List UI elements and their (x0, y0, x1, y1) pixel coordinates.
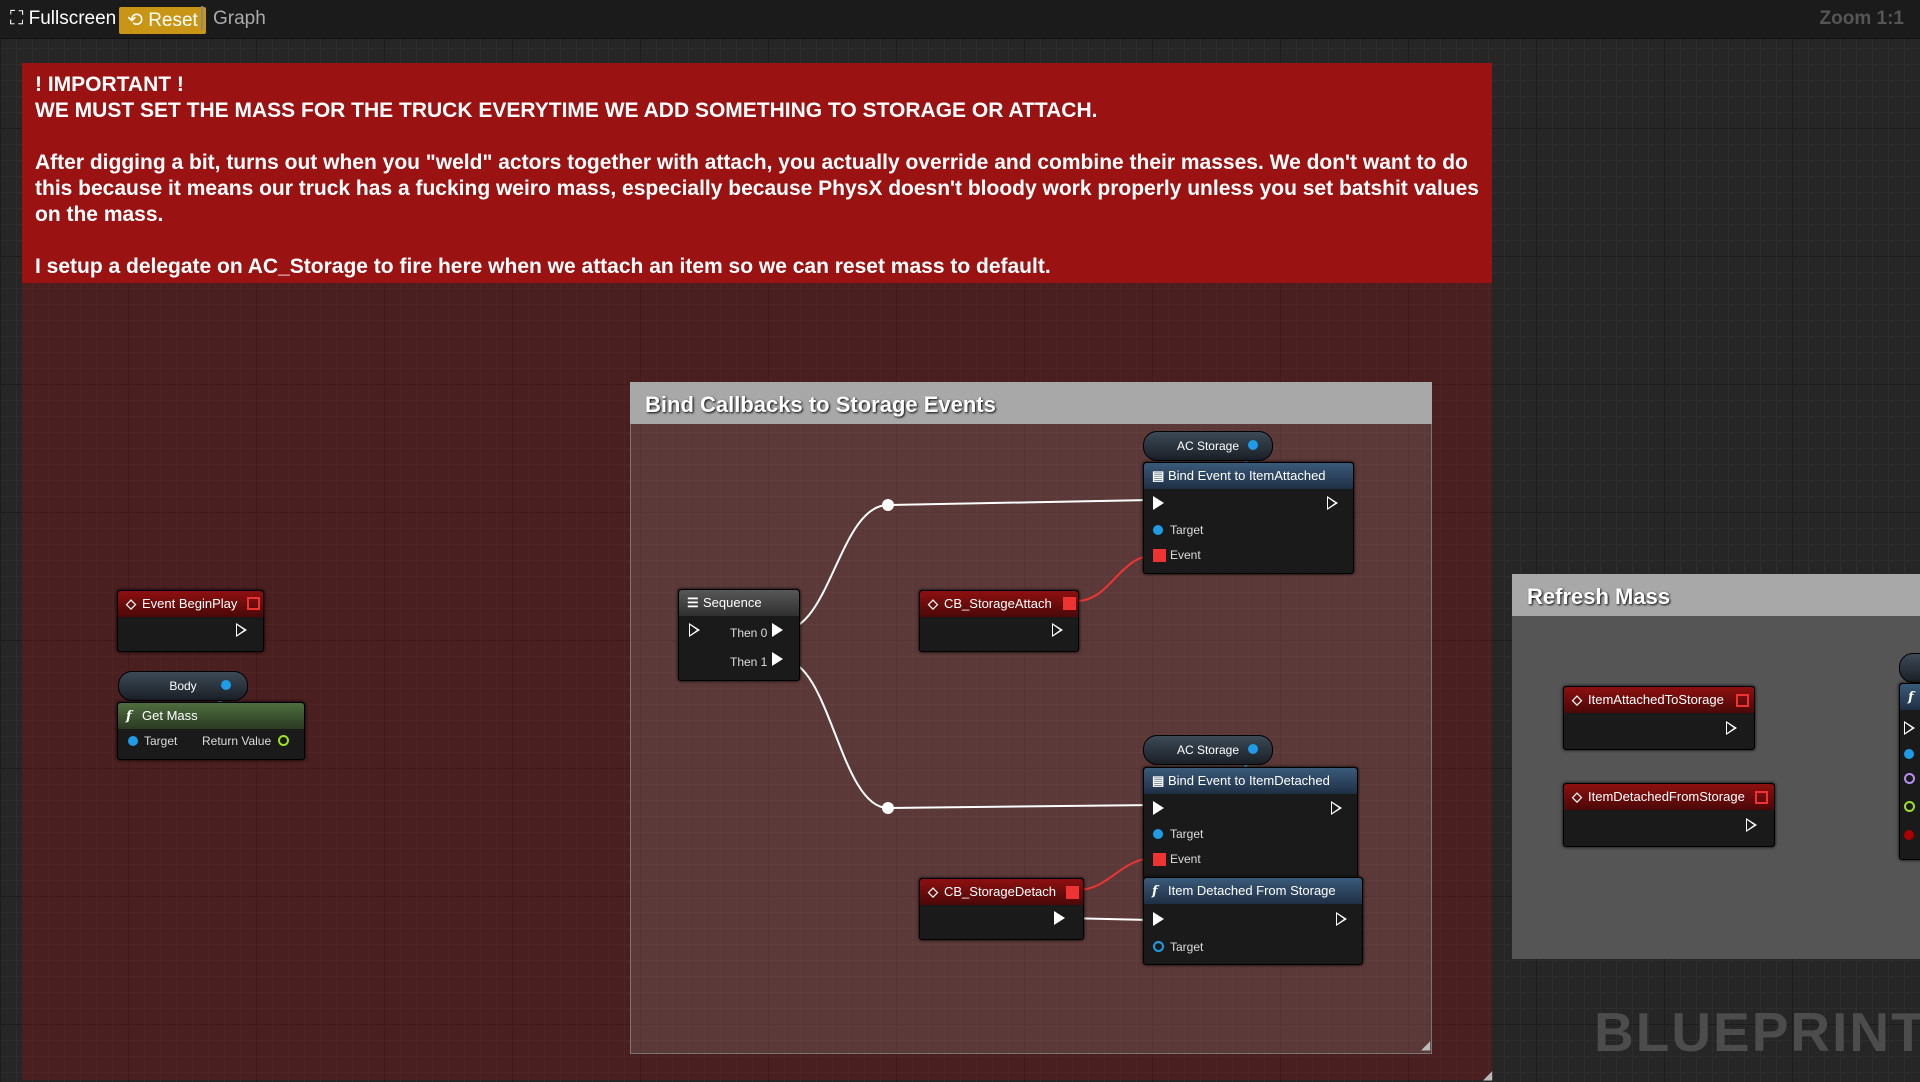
offscreen-bool-pin[interactable] (1904, 830, 1914, 840)
delegate-pin[interactable] (247, 597, 260, 610)
bind-event-icon: ▤ (1152, 468, 1165, 483)
bind-attached-event-pin[interactable] (1153, 549, 1166, 562)
sequence-then0-pin[interactable] (772, 623, 783, 637)
cb-storage-detach-node[interactable]: ◇ CB_StorageDetach (919, 878, 1084, 940)
ac-storage-2-output-pin[interactable] (1248, 744, 1258, 754)
function-icon: f (1152, 884, 1158, 899)
function-icon: f (1908, 690, 1914, 705)
get-mass-header: f Get Mass (118, 703, 304, 729)
offscreen-struct-pin[interactable] (1904, 773, 1915, 784)
item-attached-event-header: ◇ ItemAttachedToStorage (1564, 687, 1754, 713)
item-detached-exec-in-pin[interactable] (1153, 912, 1164, 926)
event-icon: ◇ (126, 596, 136, 611)
reroute-knot-1 (882, 499, 894, 511)
offscreen-function-header: f (1900, 684, 1920, 710)
get-mass-return-pin[interactable] (278, 735, 289, 746)
item-detached-delegate-pin[interactable] (1755, 791, 1768, 804)
bind-detached-target-label: Target (1170, 827, 1204, 841)
exec-out-pin[interactable] (236, 623, 247, 637)
body-output-pin[interactable] (221, 680, 231, 690)
bind-attached-exec-out-pin[interactable] (1327, 496, 1338, 510)
event-beginplay-header: ◇ Event BeginPlay (118, 591, 263, 617)
bind-attached-exec-in-pin[interactable] (1153, 496, 1164, 510)
bind-attached-event-label: Event (1170, 548, 1201, 562)
ac-storage-output-pin[interactable] (1248, 440, 1258, 450)
cb-storage-detach-header: ◇ CB_StorageDetach (920, 879, 1083, 905)
offscreen-exec-in-pin[interactable] (1904, 721, 1915, 735)
sequence-header: ☰ Sequence (679, 590, 799, 616)
exec-wire-then1 (782, 659, 1153, 810)
event-beginplay-node[interactable]: ◇ Event BeginPlay (117, 590, 264, 652)
event-icon: ◇ (1572, 692, 1582, 707)
item-detached-event-header: ◇ ItemDetachedFromStorage (1564, 784, 1774, 810)
cb-detach-exec-out-pin[interactable] (1054, 911, 1065, 925)
offscreen-float-pin[interactable] (1904, 801, 1915, 812)
cb-detach-delegate-pin[interactable] (1066, 886, 1079, 899)
item-attached-to-storage-event-node[interactable]: ◇ ItemAttachedToStorage (1563, 686, 1755, 750)
item-attached-exec-out-pin[interactable] (1726, 721, 1737, 735)
bind-detached-exec-out-pin[interactable] (1331, 801, 1342, 815)
offscreen-variable-node[interactable] (1899, 653, 1920, 683)
bind-event-icon: ▤ (1152, 773, 1165, 788)
function-icon: f (126, 709, 132, 724)
sequence-exec-in-pin[interactable] (689, 623, 700, 637)
fullscreen-icon: ⛶ (10, 8, 29, 29)
get-mass-return-label: Return Value (202, 734, 272, 748)
reset-button[interactable]: ⟲ Reset (119, 7, 206, 34)
cb-attach-delegate-pin[interactable] (1063, 597, 1076, 610)
bind-detached-target-pin[interactable] (1153, 829, 1163, 839)
cb-attach-exec-out-pin[interactable] (1052, 623, 1063, 637)
sequence-then1-pin[interactable] (772, 652, 783, 666)
sequence-icon: ☰ (687, 595, 699, 610)
event-icon: ◇ (928, 884, 938, 899)
item-detached-target-label: Target (1170, 940, 1204, 954)
cb-storage-attach-node[interactable]: ◇ CB_StorageAttach (919, 590, 1079, 652)
toolbar-divider (201, 6, 203, 30)
item-detached-from-storage-event-node[interactable]: ◇ ItemDetachedFromStorage (1563, 783, 1775, 847)
event-icon: ◇ (1572, 789, 1582, 804)
bind-event-attached-header: ▤ Bind Event to ItemAttached (1144, 463, 1353, 489)
item-attached-delegate-pin[interactable] (1736, 694, 1749, 707)
sequence-then0-label: Then 0 (730, 626, 768, 640)
bind-detached-event-label: Event (1170, 852, 1201, 866)
get-mass-target-label: Target (144, 734, 178, 748)
zoom-level: Zoom 1:1 (1819, 8, 1904, 29)
item-detached-target-pin[interactable] (1153, 941, 1164, 952)
graph-breadcrumb: Graph (213, 8, 266, 29)
get-mass-target-pin[interactable] (128, 736, 138, 746)
bind-detached-event-pin[interactable] (1153, 853, 1166, 866)
bind-attached-target-label: Target (1170, 523, 1204, 537)
get-mass-node[interactable]: f Get Mass (117, 702, 305, 760)
reroute-knot-2 (882, 802, 894, 814)
item-detached-from-storage-header: f Item Detached From Storage (1144, 878, 1362, 904)
bind-event-detached-header: ▤ Bind Event to ItemDetached (1144, 768, 1357, 794)
bind-attached-target-pin[interactable] (1153, 525, 1163, 535)
fullscreen-button[interactable]: ⛶ Fullscreen (10, 8, 116, 30)
offscreen-object-pin[interactable] (1904, 749, 1914, 759)
event-icon: ◇ (928, 596, 938, 611)
bind-detached-exec-in-pin[interactable] (1153, 801, 1164, 815)
reset-icon: ⟲ (127, 10, 149, 31)
sequence-then1-label: Then 1 (730, 655, 768, 669)
graph-toolbar: ⛶ Fullscreen ⟲ Reset Graph Zoom 1:1 (0, 0, 1920, 39)
item-detached-exec-out-pin[interactable] (1336, 912, 1347, 926)
cb-storage-attach-header: ◇ CB_StorageAttach (920, 591, 1078, 617)
item-detached-event-exec-out-pin[interactable] (1746, 818, 1757, 832)
